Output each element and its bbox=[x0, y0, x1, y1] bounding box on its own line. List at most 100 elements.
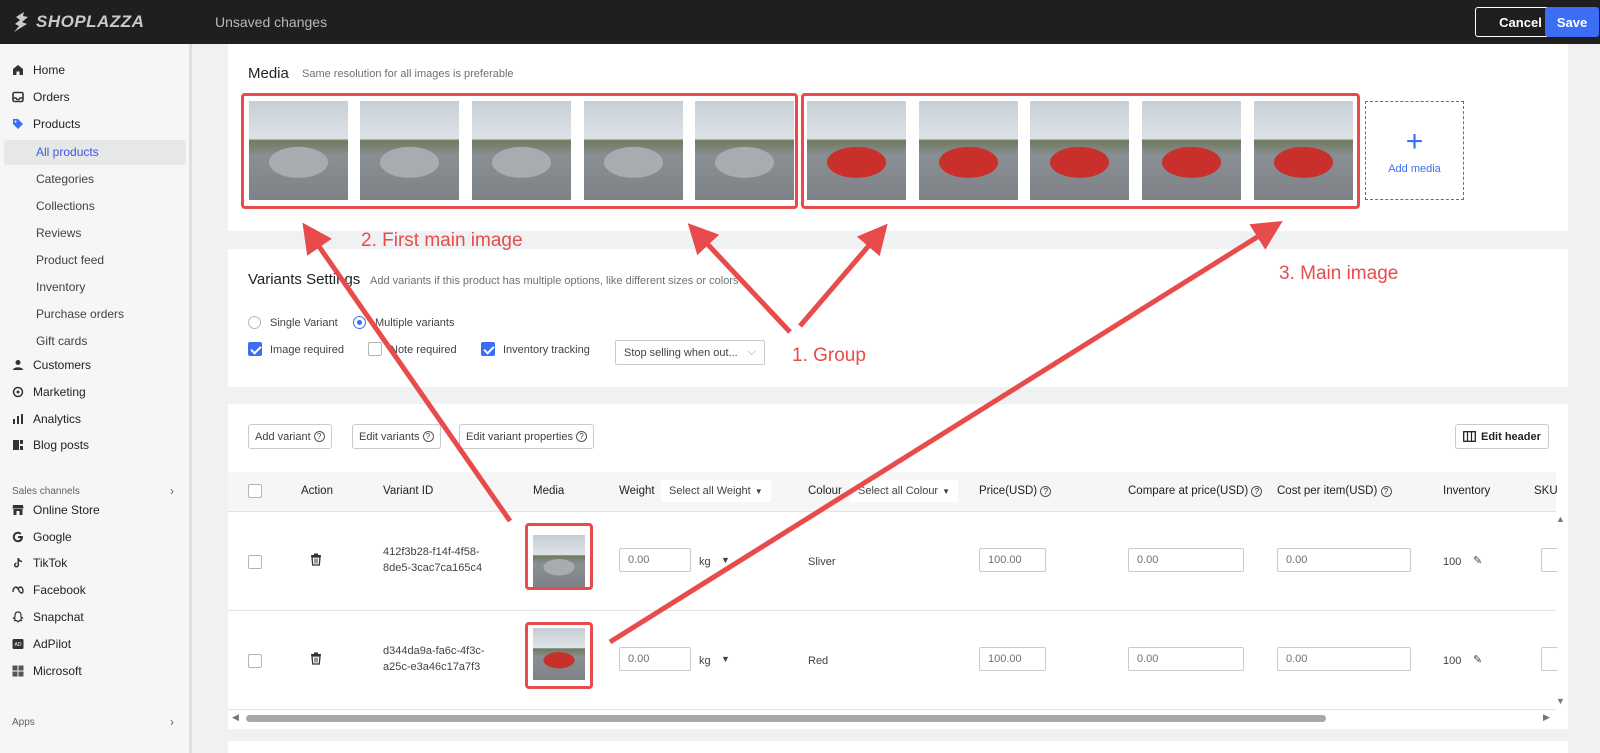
inventory-tracking-checkbox[interactable] bbox=[481, 342, 495, 356]
sku-input[interactable] bbox=[1541, 548, 1558, 572]
edit-variants-button[interactable]: Edit variants ? bbox=[352, 424, 441, 449]
inventory-cell: 100 bbox=[1443, 556, 1462, 568]
sidebar: Home Orders Products All products Catego… bbox=[0, 44, 192, 753]
row-checkbox[interactable] bbox=[248, 555, 262, 569]
sidebar-item-label: Snapchat bbox=[33, 610, 84, 624]
sidebar-item-marketing[interactable]: Marketing bbox=[12, 381, 86, 403]
top-bar: SHOPLAZZA Unsaved changes Cancel Save bbox=[0, 0, 1600, 44]
home-icon bbox=[13, 65, 23, 75]
select-all-checkbox[interactable] bbox=[248, 484, 262, 498]
variants-settings-subtitle: Add variants if this product has multipl… bbox=[370, 275, 739, 287]
sidebar-channel-microsoft[interactable]: Microsoft bbox=[12, 660, 82, 682]
sidebar-channel-online-store[interactable]: Online Store bbox=[12, 499, 100, 521]
multiple-variants-radio[interactable] bbox=[353, 316, 366, 329]
weight-input[interactable]: 0.00 bbox=[619, 548, 691, 572]
cost-input[interactable]: 0.00 bbox=[1277, 548, 1411, 572]
windows-icon bbox=[12, 665, 24, 677]
edit-header-label: Edit header bbox=[1481, 430, 1541, 443]
note-required-label: Note required bbox=[390, 344, 457, 356]
ghost-icon bbox=[12, 611, 24, 623]
variant-id-line: d344da9a-fa6c-4f3c- bbox=[383, 645, 485, 657]
sidebar-sub-product-feed[interactable]: Product feed bbox=[36, 253, 104, 267]
sidebar-sub-collections[interactable]: Collections bbox=[36, 199, 95, 213]
sidebar-sub-gift-cards[interactable]: Gift cards bbox=[36, 334, 87, 348]
sidebar-item-label: AdPilot bbox=[33, 637, 72, 651]
sku-input[interactable] bbox=[1541, 647, 1558, 671]
col-action: Action bbox=[301, 485, 333, 497]
sidebar-channel-snapchat[interactable]: Snapchat bbox=[12, 606, 84, 628]
variant-id-line: 412f3b28-f14f-4f58- bbox=[383, 546, 480, 558]
sidebar-channel-facebook[interactable]: Facebook bbox=[12, 579, 86, 601]
add-variant-label: Add variant bbox=[255, 430, 311, 443]
scroll-right-icon[interactable]: ▶ bbox=[1543, 712, 1550, 723]
add-media-label: Add media bbox=[1388, 162, 1441, 175]
sidebar-item-blog-posts[interactable]: Blog posts bbox=[12, 434, 89, 456]
columns-icon bbox=[1463, 431, 1476, 442]
caret-down-icon[interactable]: ▼ bbox=[721, 654, 730, 664]
sidebar-item-products[interactable]: Products bbox=[12, 113, 80, 135]
add-variant-button[interactable]: Add variant ? bbox=[248, 424, 332, 449]
single-variant-radio[interactable] bbox=[248, 316, 261, 329]
trash-icon[interactable] bbox=[310, 652, 322, 665]
compare-price-input[interactable]: 0.00 bbox=[1128, 647, 1244, 671]
pencil-icon[interactable]: ✎ bbox=[1473, 554, 1482, 567]
colour-select-label: Select all Colour bbox=[858, 485, 939, 497]
plus-icon: + bbox=[1405, 124, 1424, 158]
sidebar-sub-categories[interactable]: Categories bbox=[36, 172, 94, 186]
sidebar-sub-all-products[interactable]: All products bbox=[36, 145, 99, 159]
scroll-up-icon[interactable]: ▲ bbox=[1556, 514, 1565, 524]
col-sku: SKU bbox=[1534, 485, 1558, 497]
annotation-box-red-group bbox=[801, 93, 1360, 209]
inventory-tracking-label: Inventory tracking bbox=[503, 344, 590, 356]
weight-select-label: Select all Weight bbox=[669, 485, 751, 497]
sidebar-item-label: Customers bbox=[33, 358, 92, 372]
sidebar-sub-reviews[interactable]: Reviews bbox=[36, 226, 81, 240]
caret-down-icon: ▼ bbox=[942, 486, 950, 496]
sidebar-item-home[interactable]: Home bbox=[12, 59, 65, 81]
weight-unit[interactable]: kg bbox=[699, 556, 711, 568]
weight-unit[interactable]: kg bbox=[699, 655, 711, 667]
sidebar-item-customers[interactable]: Customers bbox=[12, 354, 91, 376]
variant-id-line: 8de5-3cac7ca165c4 bbox=[383, 562, 483, 574]
sidebar-item-orders[interactable]: Orders bbox=[12, 86, 70, 108]
scroll-left-icon[interactable]: ◀ bbox=[232, 712, 239, 723]
help-icon: ? bbox=[1040, 486, 1052, 497]
sidebar-item-analytics[interactable]: Analytics bbox=[12, 408, 81, 430]
sidebar-item-label: Products bbox=[33, 117, 81, 131]
image-required-checkbox[interactable] bbox=[248, 342, 262, 356]
horizontal-scrollbar-thumb[interactable] bbox=[246, 715, 1326, 722]
select-all-colour-dropdown[interactable]: Select all Colour ▼ bbox=[850, 480, 958, 502]
scroll-down-icon[interactable]: ▼ bbox=[1556, 696, 1565, 706]
weight-input[interactable]: 0.00 bbox=[619, 647, 691, 671]
cost-input[interactable]: 0.00 bbox=[1277, 647, 1411, 671]
select-all-weight-dropdown[interactable]: Select all Weight ▼ bbox=[661, 480, 771, 502]
inbox-icon bbox=[12, 91, 24, 103]
pencil-icon[interactable]: ✎ bbox=[1473, 653, 1482, 666]
sidebar-item-label: Analytics bbox=[33, 412, 82, 426]
sidebar-channel-google[interactable]: Google bbox=[12, 526, 72, 548]
apps-chevron-icon[interactable]: › bbox=[170, 715, 174, 729]
sidebar-sub-inventory[interactable]: Inventory bbox=[36, 280, 85, 294]
row-checkbox[interactable] bbox=[248, 654, 262, 668]
add-media-button[interactable]: + Add media bbox=[1365, 101, 1464, 200]
compare-price-input[interactable]: 0.00 bbox=[1128, 548, 1244, 572]
sidebar-item-label: Home bbox=[33, 63, 66, 77]
trash-icon[interactable] bbox=[310, 553, 322, 566]
edit-properties-label: Edit variant properties bbox=[466, 430, 573, 443]
sidebar-sub-purchase-orders[interactable]: Purchase orders bbox=[36, 307, 124, 321]
price-header-label: Price(USD) bbox=[979, 485, 1038, 497]
save-button[interactable]: Save bbox=[1545, 7, 1599, 37]
price-input[interactable]: 100.00 bbox=[979, 548, 1046, 572]
note-required-checkbox[interactable] bbox=[368, 342, 382, 356]
sidebar-channel-adpilot[interactable]: AD AdPilot bbox=[12, 633, 71, 655]
colour-cell: Sliver bbox=[808, 556, 836, 568]
edit-header-button[interactable]: Edit header bbox=[1455, 424, 1549, 449]
row-divider bbox=[228, 709, 1556, 710]
caret-down-icon[interactable]: ▼ bbox=[721, 555, 730, 565]
price-input[interactable]: 100.00 bbox=[979, 647, 1046, 671]
edit-variant-properties-button[interactable]: Edit variant properties ? bbox=[459, 424, 594, 449]
stock-policy-select[interactable]: Stop selling when out... ⌵ bbox=[615, 340, 765, 365]
sidebar-channel-tiktok[interactable]: TikTok bbox=[12, 552, 67, 574]
help-icon: ? bbox=[1380, 486, 1392, 497]
sales-channels-chevron-icon[interactable]: › bbox=[170, 484, 174, 498]
